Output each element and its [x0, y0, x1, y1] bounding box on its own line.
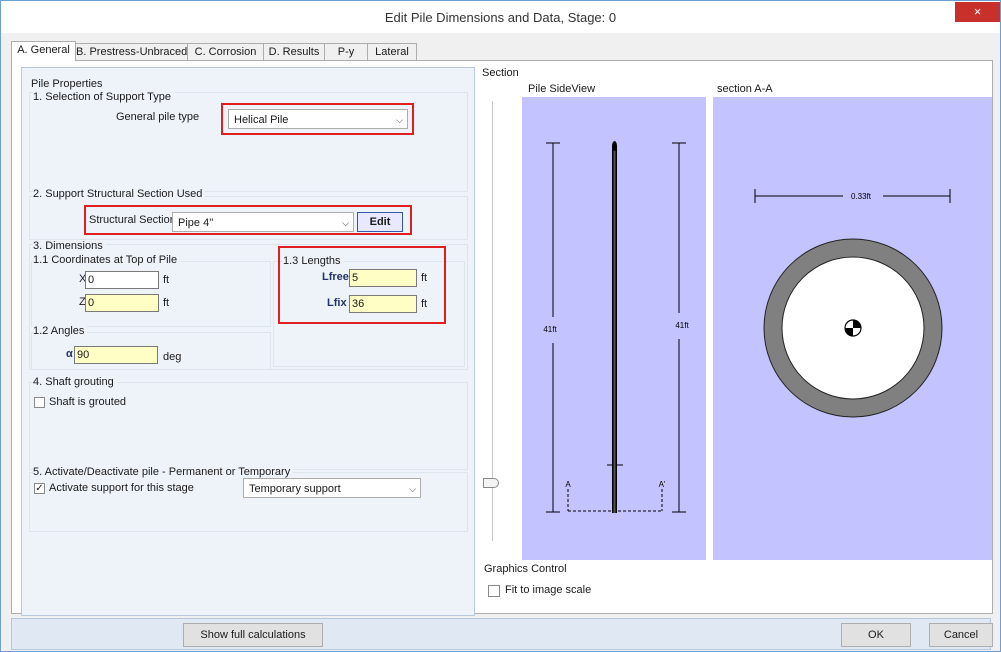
z-unit: ft [163, 297, 170, 309]
shaft-grouted-checkbox[interactable] [34, 397, 45, 408]
chevron-down-icon: ⌵ [409, 484, 416, 494]
dimensions-heading: 3. Dimensions [33, 240, 106, 252]
diameter-label: 0.33ft [851, 192, 872, 201]
marker-a-prime: A' [659, 480, 666, 489]
title-bar: Edit Pile Dimensions and Data, Stage: 0 … [1, 1, 1000, 33]
fit-to-scale-checkbox[interactable] [488, 585, 500, 597]
support-type-heading: 1. Selection of Support Type [33, 91, 174, 103]
tab-prestress-unbraced[interactable]: B. Prestress-Unbraced [75, 43, 188, 60]
tab-panel: Pile Properties 1. Selection of Support … [11, 60, 993, 616]
pile-properties-panel: Pile Properties 1. Selection of Support … [21, 67, 475, 616]
pile-properties-heading: Pile Properties [31, 78, 103, 90]
tab-corrosion[interactable]: C. Corrosion [187, 43, 264, 60]
pile-side-view: 41ft 41ft A A' [522, 97, 706, 560]
z-coordinate-input[interactable]: 0 [85, 294, 159, 312]
angles-heading: 1.2 Angles [33, 325, 88, 337]
section-heading: Section [482, 67, 519, 79]
zoom-slider[interactable] [483, 101, 501, 541]
structural-section-heading: 2. Support Structural Section Used [33, 188, 206, 200]
highlight-pile-type [221, 103, 414, 135]
close-button[interactable]: × [955, 2, 1000, 22]
window-title: Edit Pile Dimensions and Data, Stage: 0 [384, 10, 617, 25]
grouting-heading: 4. Shaft grouting [33, 376, 117, 388]
highlight-structural-section [84, 205, 412, 235]
pile-side-view-drawing: 41ft 41ft A A' [543, 141, 689, 513]
coordinates-heading: 1.1 Coordinates at Top of Pile [33, 254, 181, 266]
tab-lateral[interactable]: Lateral [367, 43, 417, 60]
side-view-title: Pile SideView [528, 83, 596, 95]
show-full-calculations-button[interactable]: Show full calculations [183, 623, 323, 647]
marker-a: A [565, 480, 571, 489]
slider-track [492, 101, 493, 541]
right-dimension-label: 41ft [675, 321, 689, 330]
support-mode-value: Temporary support [249, 483, 341, 495]
shaft-grouted-label: Shaft is grouted [49, 396, 127, 408]
left-dimension-label: 41ft [543, 325, 557, 334]
x-coordinate-input[interactable]: 0 [85, 271, 159, 289]
cancel-button[interactable]: Cancel [929, 623, 993, 647]
slider-thumb[interactable] [483, 478, 499, 488]
activate-heading: 5. Activate/Deactivate pile - Permanent … [33, 466, 294, 478]
alpha-unit: deg [163, 351, 182, 363]
tab-py[interactable]: P-y [324, 43, 368, 60]
alpha-label: α [66, 348, 73, 360]
section-aa-drawing: 0.33ft [754, 189, 951, 418]
section-aa-view: 0.33ft [713, 97, 992, 560]
graphics-control-heading: Graphics Control [484, 563, 567, 575]
alpha-input[interactable]: 90 [74, 346, 158, 364]
ok-button[interactable]: OK [841, 623, 911, 647]
tab-general[interactable]: A. General [11, 41, 76, 61]
tab-results[interactable]: D. Results [263, 43, 325, 60]
activate-support-checkbox[interactable]: ✓ [34, 483, 45, 494]
dialog-window: Edit Pile Dimensions and Data, Stage: 0 … [0, 0, 1001, 652]
activate-support-label: Activate support for this stage [49, 482, 194, 494]
general-pile-type-label: General pile type [116, 111, 200, 123]
centroid-icon [844, 319, 862, 337]
section-aa-title: section A-A [717, 83, 773, 95]
support-mode-select[interactable]: Temporary support ⌵ [243, 478, 421, 498]
x-unit: ft [163, 274, 170, 286]
highlight-lengths [278, 246, 446, 324]
bottom-bar: Show full calculations OK Cancel [11, 618, 993, 650]
fit-to-scale-label: Fit to image scale [505, 584, 592, 596]
